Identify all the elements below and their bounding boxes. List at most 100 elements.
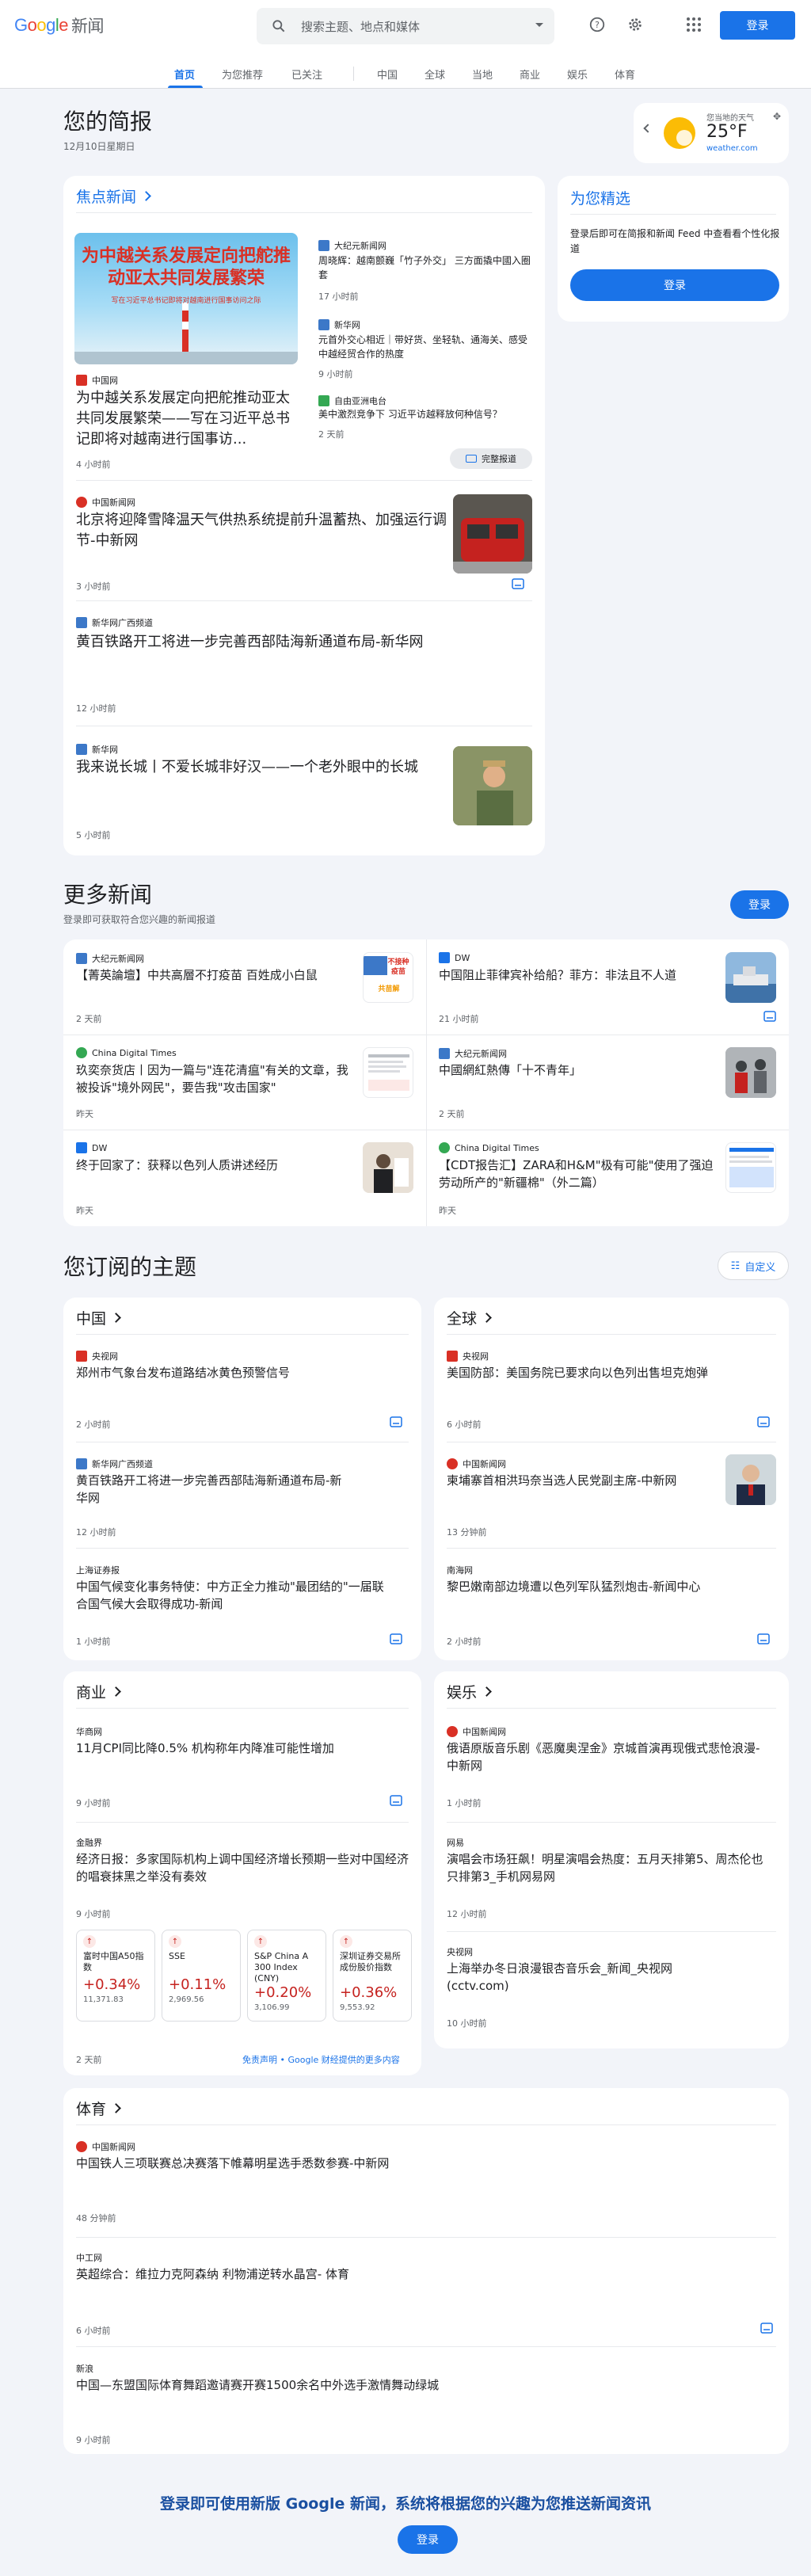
more-news-signin-button[interactable]: 登录 — [730, 890, 789, 919]
story-thumbnail[interactable] — [725, 952, 776, 1003]
full-coverage-label: 完整报道 — [482, 454, 516, 464]
customize-button[interactable]: ☷ 自定义 — [718, 1252, 789, 1280]
story-title[interactable]: 黄百铁路开工将进一步完善西部陆海新通道布局-新华网 — [76, 632, 448, 653]
full-coverage-icon[interactable] — [512, 578, 531, 591]
full-coverage-icon[interactable] — [390, 1795, 409, 1808]
source-logo — [439, 1048, 450, 1059]
tab-world[interactable]: 全球 — [425, 67, 445, 82]
main-story-title[interactable]: 为中越关系发展定向把舵推动亚太共同发展繁荣——写在习近平总书记即将对越南进行国事… — [76, 388, 298, 450]
full-coverage-icon[interactable] — [763, 1011, 782, 1023]
source-name: 金融界 — [76, 1838, 102, 1848]
full-coverage-icon[interactable] — [757, 1416, 776, 1429]
train-photo — [453, 518, 532, 574]
story-thumbnail[interactable] — [363, 1047, 413, 1098]
divider — [447, 1931, 776, 1932]
tab-business[interactable]: 商业 — [520, 67, 540, 82]
story-time: 10 小时前 — [447, 2018, 487, 2029]
top-stories-heading[interactable]: 焦点新闻 — [76, 185, 151, 207]
story-title[interactable]: 中国铁人三项联赛总决赛落下帷幕明星选手悉数参赛-中新网 — [76, 2155, 630, 2172]
story-thumbnail[interactable] — [453, 494, 532, 574]
topic-heading-sports[interactable]: 体育 — [76, 2098, 121, 2119]
tab-local[interactable]: 当地 — [472, 67, 493, 82]
side-story-title[interactable]: 周晓辉：越南颤巍「竹子外交」 三方面撬中國入圈套 — [318, 253, 532, 282]
chevron-left-icon[interactable] — [643, 124, 653, 133]
story-title[interactable]: 美国防部：美国务院已要求向以色列出售坦克炮弹 — [447, 1364, 763, 1381]
story-thumbnail[interactable] — [453, 746, 532, 825]
story-thumbnail[interactable] — [725, 1047, 776, 1098]
tab-entertainment[interactable]: 娱乐 — [567, 67, 588, 82]
divider — [447, 1548, 776, 1549]
story-thumbnail[interactable] — [725, 1454, 776, 1505]
google-news-logo[interactable]: Google 新闻 — [14, 13, 105, 37]
picks-signin-button[interactable]: 登录 — [570, 269, 779, 301]
topic-card-business: 商业 华商网 11月CPI同比降0.5% 机构称年内降准可能性增加 9 小时前 … — [63, 1671, 421, 2075]
source-logo — [318, 395, 329, 406]
finance-disclaimer-link[interactable]: 免责声明 • Google 财经提供的更多内容 — [242, 2053, 400, 2066]
search-input[interactable]: 搜索主题、地点和媒体 — [257, 8, 554, 44]
story-source: 金融界 — [76, 1836, 102, 1849]
story-title[interactable]: 中国气候变化事务特使：中方正全力推动"最团结的"一届联合国气候大会取得成功-新闻 — [76, 1578, 393, 1613]
story-title[interactable]: 柬埔寨首相洪玛奈当选人民党副主席-中新网 — [447, 1472, 716, 1489]
full-coverage-icon[interactable] — [390, 1416, 409, 1429]
story-thumbnail[interactable] — [725, 1142, 776, 1193]
tab-for-you[interactable]: 为您推荐 — [222, 67, 263, 82]
story-title[interactable]: 11月CPI同比降0.5% 机构称年内降准可能性增加 — [76, 1740, 393, 1757]
stock-card[interactable]: ↑ SSE +0.11% 2,969.56 — [162, 1930, 241, 2022]
more-news-title: 更多新闻 — [63, 882, 153, 908]
story-title[interactable]: 中國網紅熱傳「十不青年」 — [439, 1061, 716, 1079]
story-thumbnail[interactable]: 不接种 疫苗 共苗解 — [363, 952, 413, 1003]
side-story-title[interactable]: 美中激烈竞争下 习近平访越释放何种信号？ — [318, 407, 532, 421]
story-title[interactable]: 玖奕奈货店丨因为一篇与"连花清瘟"有关的文章，我被投诉"境外网民"，要告我"攻击… — [76, 1061, 353, 1114]
briefing-title: 您的简报 — [63, 109, 153, 135]
divider — [76, 212, 532, 213]
briefing-date: 12月10日星期日 — [63, 141, 135, 152]
story-title[interactable]: 黎巴嫩南部边境遭以色列军队猛烈炮击-新闻中心 — [447, 1578, 732, 1595]
tab-following[interactable]: 已关注 — [291, 67, 322, 82]
story-title[interactable]: 【CDT报告汇】ZARA和H&M"极有可能"使用了强迫劳动所产的"新疆棉"（外二… — [439, 1157, 716, 1191]
picks-text: 登录后即可在简报和新闻 Feed 中查看看个性化报道 — [570, 228, 780, 254]
full-coverage-icon[interactable] — [760, 2323, 779, 2335]
apps-icon[interactable] — [683, 13, 705, 36]
tab-sports[interactable]: 体育 — [615, 67, 635, 82]
settings-icon[interactable] — [624, 13, 646, 36]
footer-signin-button[interactable]: 登录 — [398, 2525, 458, 2554]
story-title[interactable]: 【菁英論壇】中共高層不打疫苗 百姓成小白鼠 — [76, 966, 353, 984]
main-story-image[interactable]: 为中越关系发展定向把舵推动亚太共同发展繁荣 写在习近平总书记即将对越南进行国事访… — [74, 233, 298, 364]
search-icon[interactable] — [271, 18, 287, 34]
stock-card[interactable]: ↑ 富时中国A50指数 +0.34% 11,371.83 — [76, 1930, 155, 2022]
chevron-down-icon[interactable] — [535, 23, 543, 27]
story-title[interactable]: 上海举办冬日浪漫银杏音乐会_新闻_央视网(cctv.com) — [447, 1960, 700, 1995]
stock-card[interactable]: ↑ 深圳证券交易所成份股价指数 +0.36% 9,553.92 — [333, 1930, 412, 2022]
topic-heading-entertainment[interactable]: 娱乐 — [447, 1681, 492, 1702]
topic-heading-china[interactable]: 中国 — [76, 1307, 121, 1328]
story-time: 9 小时前 — [76, 2435, 111, 2445]
topic-heading-world[interactable]: 全球 — [447, 1307, 492, 1328]
story-title[interactable]: 我来说长城丨不爱长城非好汉——一个老外眼中的长城 — [76, 757, 448, 778]
story-title[interactable]: 经济日报：多家国际机构上调中国经济增长预期一些对中国经济的唱衰抹黑之举没有奏效 — [76, 1850, 409, 1885]
story-thumbnail[interactable] — [363, 1142, 413, 1193]
side-story-title[interactable]: 元首外交心相近｜带好货、坐轻轨、通海关、感受中越经贸合作的热度 — [318, 333, 532, 361]
full-coverage-button[interactable]: 完整报道 — [450, 448, 532, 469]
story-title[interactable]: 中国—东盟国际体育舞蹈邀请赛开赛1500余名中外选手激情舞动绿城 — [76, 2376, 630, 2394]
topic-heading-business[interactable]: 商业 — [76, 1681, 121, 1702]
topic-card-world: 全球 央视网 美国防部：美国务院已要求向以色列出售坦克炮弹 6 小时前 中国新闻… — [434, 1298, 789, 1660]
full-coverage-icon[interactable] — [390, 1633, 409, 1646]
story-title[interactable]: 黄百铁路开工将进一步完善西部陆海新通道布局-新华网 — [76, 1472, 345, 1507]
tab-home[interactable]: 首页 — [174, 67, 195, 82]
story-title[interactable]: 演唱会市场狂飙！明星演唱会热度：五月天排第5、周杰伦也只排第3_手机网易网 — [447, 1850, 763, 1885]
tab-china[interactable]: 中国 — [377, 67, 398, 82]
story-title[interactable]: 终于回家了：获释以色列人质讲述经历 — [76, 1157, 353, 1174]
help-icon[interactable]: ? — [586, 13, 608, 36]
expand-icon[interactable]: ✥ — [773, 111, 781, 122]
story-title[interactable]: 俄语原版音乐剧《恶魔奥涅金》京城首演再现俄式悲怆浪漫-中新网 — [447, 1740, 763, 1774]
story-title[interactable]: 北京将迎降雪降温天气供热系统提前升温蓄热、加强运行调节-中新网 — [76, 510, 448, 551]
signin-button[interactable]: 登录 — [720, 11, 795, 40]
source-logo — [318, 240, 329, 251]
stock-card[interactable]: ↑ S&P China A 300 Index (CNY) +0.20% 3,106.… — [247, 1930, 326, 2022]
story-title[interactable]: 中国阻止菲律宾补给船？菲方：非法且不人道 — [439, 966, 716, 984]
story-title[interactable]: 英超综合：维拉力克阿森纳 利物浦逆转水晶宫- 体育 — [76, 2265, 630, 2283]
full-coverage-icon[interactable] — [757, 1633, 776, 1646]
weather-source[interactable]: weather.com — [706, 144, 758, 153]
story-title[interactable]: 郑州市气象台发布道路结冰黄色预警信号 — [76, 1364, 393, 1381]
weather-widget[interactable]: 您当地的天气 25°F weather.com ✥ — [634, 103, 789, 163]
